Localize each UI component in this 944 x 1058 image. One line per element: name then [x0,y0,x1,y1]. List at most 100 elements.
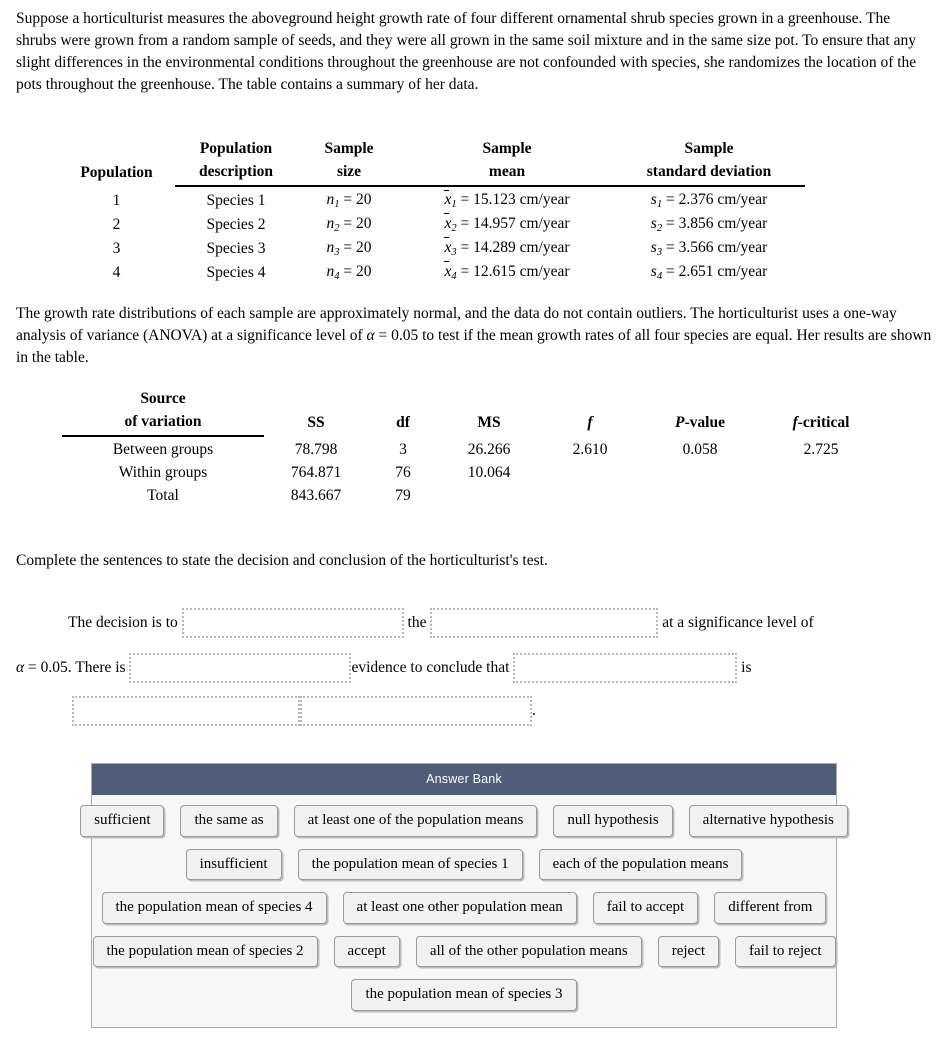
answer-bank-row: insufficient the population mean of speci… [100,848,828,880]
sentence-alpha-text: = 0.05. There is [24,659,130,676]
sentence-period: . [532,702,536,719]
blank-relation[interactable] [72,696,300,726]
cell-population: 1 [112,191,121,209]
blank-hypothesis[interactable] [430,608,659,638]
cell-sample-size: n4 = 20 [326,262,372,282]
cell-ms [438,483,540,506]
answer-bank-tile[interactable]: reject [657,935,720,967]
col-header-size-line2: size [297,161,401,187]
answer-bank-tile[interactable]: the population mean of species 3 [351,979,577,1011]
answer-bank-tile[interactable]: fail to reject [735,935,836,967]
anova-paragraph: The growth rate distributions of each sa… [16,303,932,369]
cell-sample-size: n1 = 20 [326,190,372,210]
answer-bank-panel: Answer Bank sufficient the same as at leas… [80,763,848,1028]
table-row: 2 Species 2 n2 = 20 x2 = 14.957 cm/year s2 =… [58,211,805,235]
cell-f-critical: 2.725 [803,440,839,458]
sentence-row-2: α = 0.05. There is evidence to conclude … [16,646,932,690]
cell-source: Within groups [118,463,208,481]
answer-bank-tile[interactable]: each of the population means [538,848,743,880]
cell-sample-sd: s2 = 3.856 cm/year [650,214,768,234]
answer-bank-tile[interactable]: different from [714,892,827,924]
cell-sample-sd: s4 = 2.651 cm/year [650,262,768,282]
col-header-source-line1: Source [140,390,186,407]
p-value-suffix: -value [684,414,725,432]
answer-bank-tile[interactable]: null hypothesis [553,805,673,837]
answer-bank-tile[interactable]: insufficient [185,848,282,880]
cell-p-value [640,483,760,506]
table-row: Between groups 78.798 3 26.266 2.610 0.058 2.7… [62,436,882,460]
cell-sample-mean: x4 = 12.615 cm/year [444,261,570,282]
table-row: Total 843.667 79 [62,483,882,506]
cell-df: 79 [395,486,411,504]
sentence-is-text: is [737,659,752,676]
cell-f [540,460,640,483]
cell-ms: 10.064 [467,463,511,481]
f-critical-suffix: -critical [797,414,850,432]
col-header-description-line1: Population [199,140,273,157]
table-row: Within groups 764.871 76 10.064 [62,460,882,483]
cell-description: Species 3 [206,239,266,257]
answer-bank-tile[interactable]: the population mean of species 1 [297,848,523,880]
answer-bank-tile[interactable]: at least one other population mean [342,892,577,924]
cell-f [540,483,640,506]
table-row: 1 Species 1 n1 = 20 x1 = 15.123 cm/year s1 =… [58,186,805,211]
sentence-row-3: . [16,690,932,732]
col-header-source-line2: of variation [62,411,264,437]
sentence-evidence-text: evidence to conclude that [351,659,514,676]
cell-source: Between groups [112,440,214,458]
cell-sample-mean: x3 = 14.289 cm/year [444,237,570,258]
cell-df: 76 [395,463,411,481]
cell-ms: 26.266 [467,440,511,458]
answer-bank-row: sufficient the same as at least one of the… [80,805,848,837]
anova-table-body: Between groups 78.798 3 26.266 2.610 0.058 2.7… [62,436,882,506]
col-header-sd-line1: Sample [684,140,734,157]
answer-bank-tile[interactable]: accept [333,935,400,967]
sentence-lead-text: The decision is to [68,614,182,631]
answer-bank-row: the population mean of species 2 accept al… [92,935,836,967]
col-header-f-critical: f-critical [760,388,882,436]
sentence-row-1: The decision is to the at a significance… [16,600,932,646]
blank-subject[interactable] [513,653,738,683]
sentence-trail-text: at a significance level of [658,614,814,631]
answer-bank-tile[interactable]: the population mean of species 4 [101,892,327,924]
cell-population: 4 [112,263,121,281]
blank-decision[interactable] [181,608,404,638]
answer-bank-row: the population mean of species 4 at least… [100,892,828,924]
cell-sample-size: n2 = 20 [326,214,372,234]
answer-bank-tile[interactable]: the population mean of species 2 [92,935,318,967]
answer-bank-tile[interactable]: sufficient [80,805,165,837]
cell-ss: 764.871 [290,463,342,481]
answer-bank-title: Answer Bank [92,764,836,795]
alpha-symbol-paragraph: α [366,327,375,344]
answer-bank-tile[interactable]: fail to accept [592,892,699,924]
f-symbol: f [587,414,593,432]
cell-df: 3 [399,440,407,458]
cell-population: 2 [112,215,121,233]
table-row: 3 Species 3 n3 = 20 x3 = 14.289 cm/year s3 =… [58,235,805,259]
instruction-line: Complete the sentences to state the deci… [16,552,548,569]
cell-f: 2.610 [572,440,608,458]
col-header-mean-line2: mean [401,161,613,187]
col-header-ss: SS [307,414,325,432]
summary-statistics-table: Population Population Sample Sample Samp… [58,138,805,283]
answer-bank-tile[interactable]: alternative hypothesis [688,805,848,837]
cell-ss: 78.798 [294,440,338,458]
intro-paragraph: Suppose a horticulturist measures the ab… [16,10,917,93]
col-header-size-line1: Sample [324,140,374,157]
cell-source: Total [147,486,179,504]
blank-sufficiency[interactable] [129,653,352,683]
col-header-f: f [540,388,640,436]
answer-bank-tile[interactable]: all of the other population means [415,935,642,967]
cell-p-value: 0.058 [682,440,718,458]
col-header-sd-line2: standard deviation [613,161,805,187]
table-row: 4 Species 4 n4 = 20 x4 = 12.615 cm/year s4 =… [58,259,805,283]
answer-sentences: The decision is to the at a significance… [16,600,932,732]
col-header-df: df [396,414,410,432]
answer-bank-tile[interactable]: at least one of the population means [293,805,538,837]
answer-bank-tile[interactable]: the same as [180,805,278,837]
cell-sample-mean: x2 = 14.957 cm/year [444,213,570,234]
blank-comparison[interactable] [300,696,532,726]
cell-description: Species 1 [206,191,266,209]
cell-sample-mean: x1 = 15.123 cm/year [444,189,570,210]
anova-results-table: Source SS df MS f P-value f-critical of … [62,388,882,506]
